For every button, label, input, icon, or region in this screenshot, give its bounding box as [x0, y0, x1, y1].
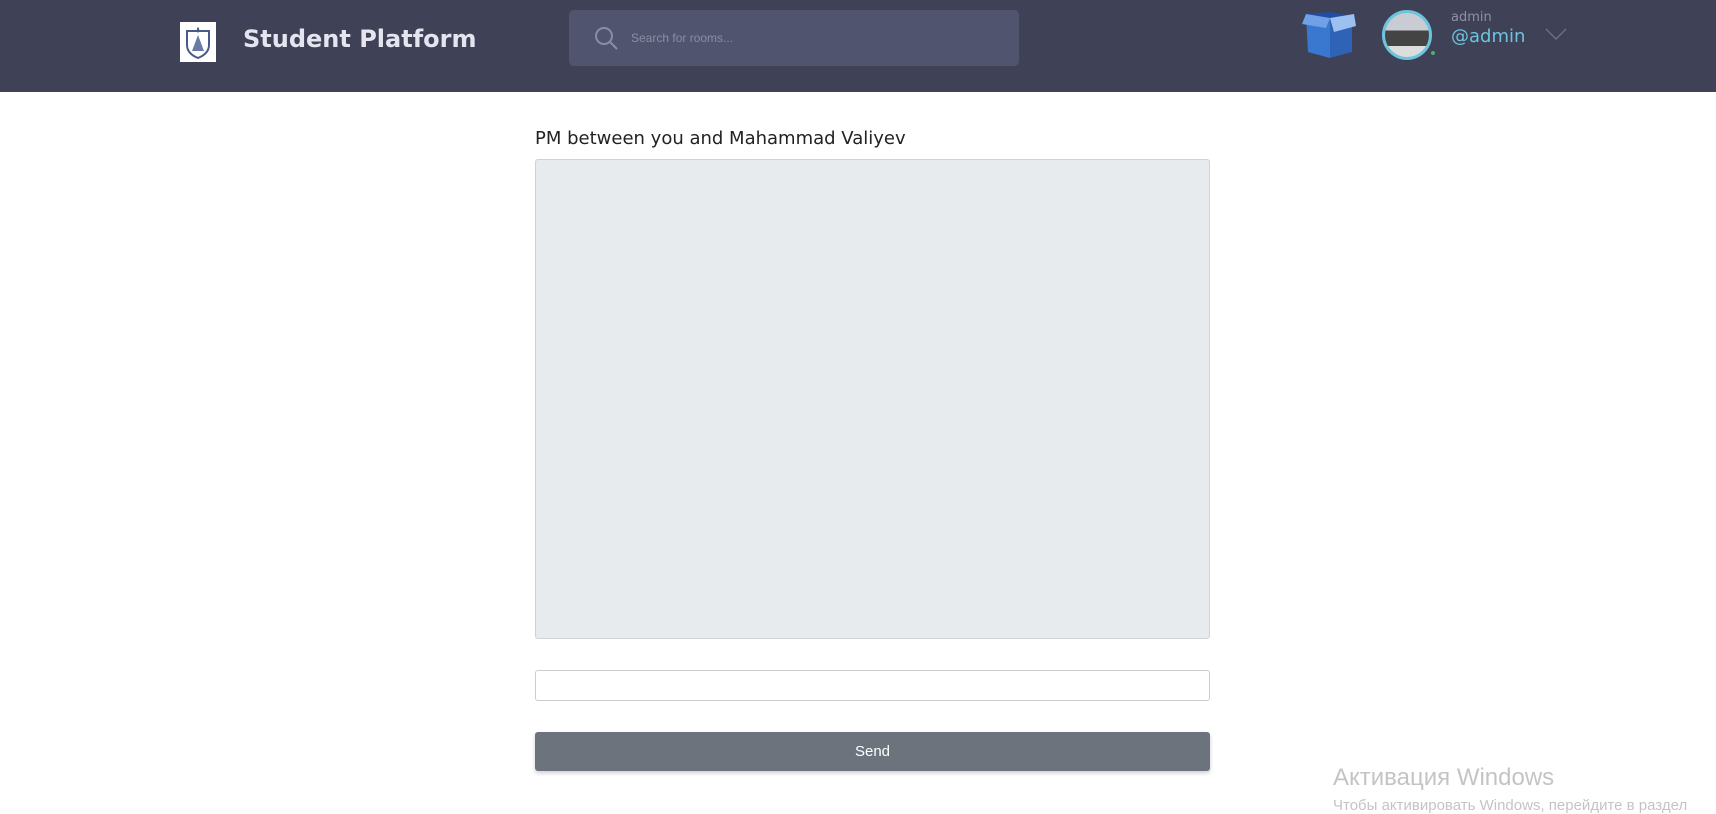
page-title: PM between you and Mahammad Valiyev: [535, 128, 906, 149]
university-logo[interactable]: [180, 22, 216, 62]
user-handle[interactable]: @admin: [1451, 26, 1525, 47]
search-bar[interactable]: [569, 10, 1019, 66]
search-icon: [595, 27, 618, 50]
top-navbar: Student Platform admin @admin: [0, 0, 1716, 92]
online-status-dot: [1431, 51, 1435, 55]
windows-activation-text: Чтобы активировать Windows, перейдите в …: [1333, 797, 1688, 814]
app-title[interactable]: Student Platform: [243, 22, 476, 56]
chevron-down-icon[interactable]: [1545, 26, 1567, 45]
windows-activation-title: Активация Windows: [1333, 764, 1555, 791]
user-avatar[interactable]: [1382, 10, 1432, 60]
search-input[interactable]: [631, 28, 991, 48]
box-icon[interactable]: [1302, 10, 1358, 64]
message-input[interactable]: [535, 670, 1210, 701]
user-name: admin: [1451, 10, 1492, 25]
message-thread[interactable]: [535, 159, 1210, 639]
send-button[interactable]: Send: [535, 732, 1210, 771]
